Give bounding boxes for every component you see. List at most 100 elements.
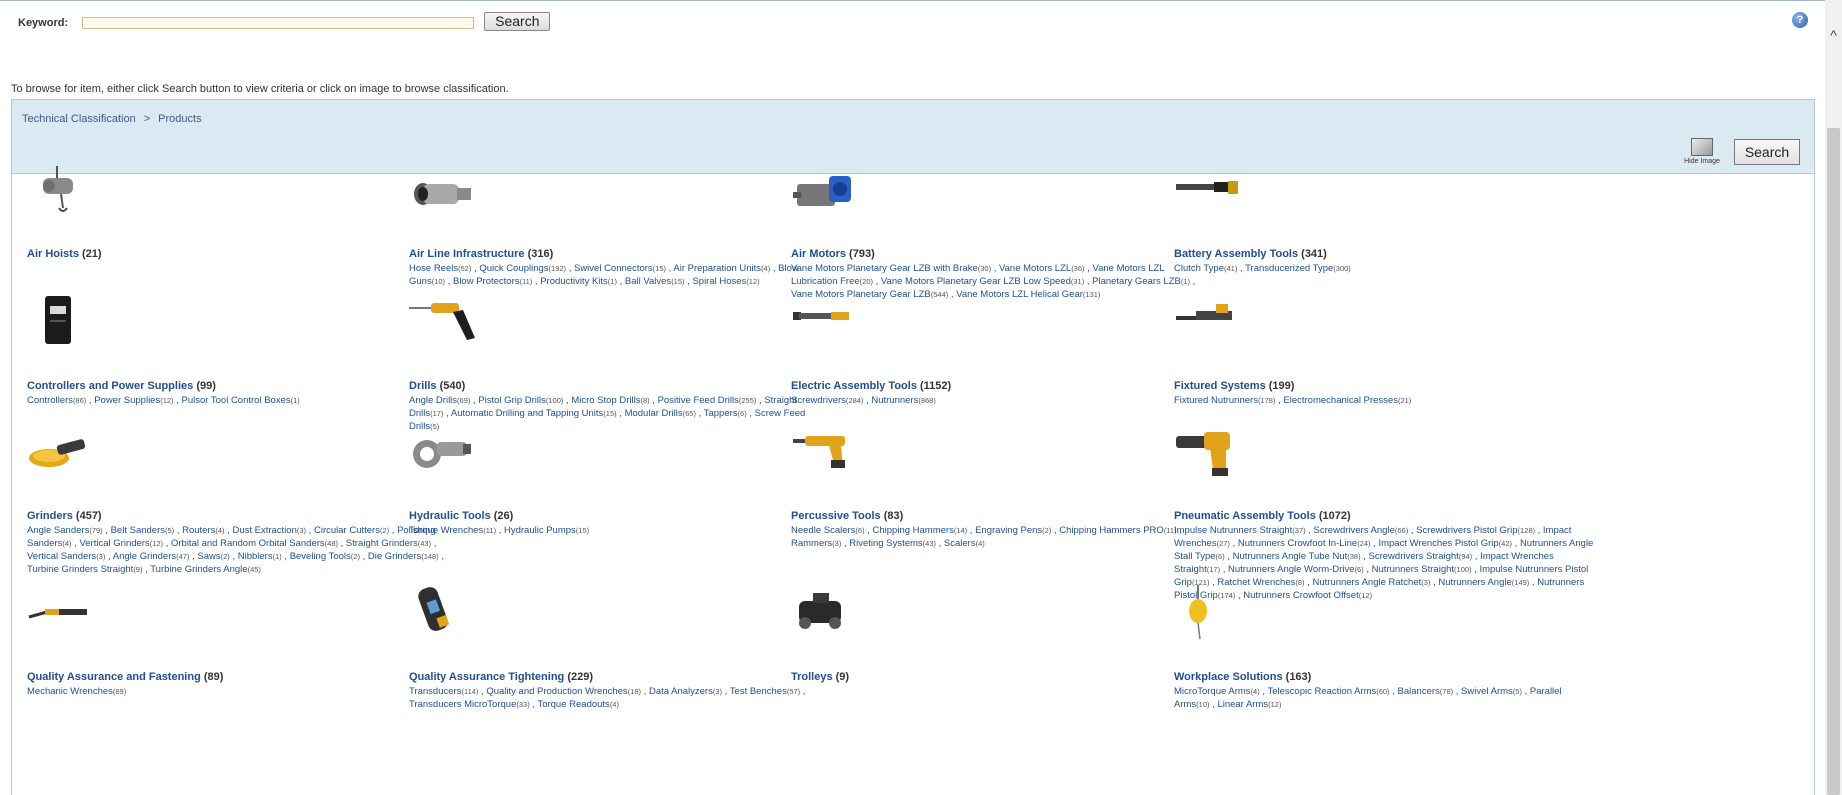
subcategory-link[interactable]: Transducers(114) (409, 686, 478, 697)
subcategory-link[interactable]: Angle Grinders(47) (113, 551, 190, 562)
subcategory-link[interactable]: MicroTorque Arms(4) (1174, 686, 1260, 697)
subcategory-link[interactable]: Nutrunners Crowfoot Offset(12) (1243, 590, 1372, 601)
subcategory-link[interactable]: Power Supplies(12) (94, 395, 173, 406)
subcategory-link[interactable]: Chipping Hammers PRO(11) (1059, 525, 1176, 536)
subcategory-link[interactable]: Nutrunners Angle Ratchet(3) (1312, 577, 1430, 588)
subcategory-link[interactable]: Screwdrivers Pistol Grip(128) (1416, 525, 1535, 536)
subcategory-link[interactable]: Turbine Grinders Angle(45) (150, 564, 261, 575)
category-link[interactable]: Percussive Tools (791, 510, 881, 522)
subcategory-link[interactable]: Controllers(86) (27, 395, 86, 406)
subcategory-link[interactable]: Vane Motors LZL(36) (999, 263, 1085, 274)
subcategory-link[interactable]: Spiral Hoses(12) (692, 276, 759, 287)
subcategory-link[interactable]: Transducers MicroTorque(33) (409, 699, 530, 710)
category-link[interactable]: Grinders (27, 510, 73, 522)
subcategory-link[interactable]: Orbital and Random Orbital Sanders(48) (171, 538, 338, 549)
subcategory-link[interactable]: Nutrunners(868) (871, 395, 936, 406)
subcategory-link[interactable]: Micro Stop Drills(8) (571, 395, 649, 406)
subcategory-link[interactable]: Impulse Nutrunners Straight(37) (1174, 525, 1306, 536)
subcategory-link[interactable]: Scalers(4) (944, 538, 985, 549)
subcategory-link[interactable]: Pistol Grip Drills(100) (478, 395, 563, 406)
subcategory-link[interactable]: Angle Drills(69) (409, 395, 470, 406)
subcategory-link[interactable]: Transducerized Type(300) (1245, 263, 1351, 274)
hydraulic-wrench-icon[interactable] (409, 424, 489, 479)
torque-analyzer-icon[interactable] (409, 585, 489, 640)
subcategory-link[interactable]: Chipping Hammers(14) (873, 525, 968, 536)
subcategory-link[interactable]: Torque Readouts(4) (537, 699, 619, 710)
subcategory-link[interactable]: Hose Reels(52) (409, 263, 471, 274)
subcategory-link[interactable]: Circular Cutters(2) (314, 525, 389, 536)
category-link[interactable]: Pneumatic Assembly Tools (1174, 510, 1316, 522)
subcategory-link[interactable]: Engraving Pens(2) (975, 525, 1051, 536)
subcategory-link[interactable]: Torque Wrenches(11) (409, 525, 496, 536)
subcategory-link[interactable]: Straight Grinders(43) (346, 538, 431, 549)
subcategory-link[interactable]: Modular Drills(65) (625, 408, 696, 419)
subcategory-link[interactable]: Linear Arms(12) (1217, 699, 1281, 710)
subcategory-link[interactable]: Telescopic Reaction Arms(60) (1267, 686, 1389, 697)
category-link[interactable]: Air Hoists (27, 248, 79, 260)
controller-icon[interactable] (27, 294, 107, 349)
help-icon[interactable]: ? (1792, 12, 1808, 28)
subcategory-link[interactable]: Vertical Grinders(12) (79, 538, 163, 549)
grinder-icon[interactable] (27, 424, 107, 479)
category-link[interactable]: Drills (409, 380, 437, 392)
subcategory-link[interactable]: Fixtured Nutrunners(178) (1174, 395, 1275, 406)
subcategory-link[interactable]: Ball Valves(15) (625, 276, 685, 287)
drill-icon[interactable] (409, 294, 489, 349)
category-link[interactable]: Trolleys (791, 671, 833, 683)
subcategory-link[interactable]: Test Benches(57) (730, 686, 800, 697)
subcategory-link[interactable]: Impact Wrenches Pistol Grip(42) (1378, 538, 1512, 549)
subcategory-link[interactable]: Nutrunners Angle(149) (1438, 577, 1529, 588)
pneumatic-impact-wrench-icon[interactable] (1174, 424, 1254, 479)
category-link[interactable]: Hydraulic Tools (409, 510, 491, 522)
subcategory-link[interactable]: Belt Sanders(5) (111, 525, 175, 536)
page-scrollbar[interactable]: ^ (1825, 0, 1842, 795)
mechanic-wrench-icon[interactable] (27, 585, 107, 640)
subcategory-link[interactable]: Saws(2) (197, 551, 229, 562)
air-hoist-icon[interactable] (27, 162, 107, 217)
subcategory-link[interactable]: Planetary Gears LZB(1) (1092, 276, 1190, 287)
breadcrumb-root-link[interactable]: Technical Classification (22, 113, 136, 125)
hide-image-toggle[interactable]: Hide Image (1677, 138, 1727, 165)
subcategory-link[interactable]: Air Preparation Units(4) (673, 263, 770, 274)
subcategory-link[interactable]: Routers(4) (182, 525, 224, 536)
subcategory-link[interactable]: Nibblers(1) (238, 551, 282, 562)
keyword-input[interactable] (82, 17, 475, 29)
subcategory-link[interactable]: Positive Feed Drills(255) (658, 395, 757, 406)
subcategory-link[interactable]: Balancers(78) (1398, 686, 1454, 697)
subcategory-link[interactable]: Beveling Tools(2) (290, 551, 360, 562)
subcategory-link[interactable]: Nutrunners Crowfoot In-Line(24) (1238, 538, 1371, 549)
subcategory-link[interactable]: Angle Sanders(79) (27, 525, 103, 536)
category-link[interactable]: Controllers and Power Supplies (27, 380, 193, 392)
air-line-coupling-icon[interactable] (409, 162, 489, 217)
scroll-thumb[interactable] (1827, 128, 1840, 795)
subcategory-link[interactable]: Hydraulic Pumps(15) (504, 525, 589, 536)
panel-search-button[interactable]: Search (1734, 139, 1800, 165)
subcategory-link[interactable]: Nutrunners Straight(100) (1372, 564, 1472, 575)
category-link[interactable]: Air Motors (791, 248, 846, 260)
category-link[interactable]: Battery Assembly Tools (1174, 248, 1298, 260)
subcategory-link[interactable]: Blow Protectors(11) (453, 276, 532, 287)
category-link[interactable]: Electric Assembly Tools (791, 380, 917, 392)
subcategory-link[interactable]: Mechanic Wrenches(89) (27, 686, 126, 697)
subcategory-link[interactable]: Vane Motors Planetary Gear LZB Low Speed… (881, 276, 1084, 287)
subcategory-link[interactable]: Screwdrivers Straight(94) (1369, 551, 1473, 562)
subcategory-link[interactable]: Swivel Arms(5) (1461, 686, 1522, 697)
air-motor-icon[interactable] (791, 162, 871, 217)
subcategory-link[interactable]: Riveting Systems(43) (849, 538, 936, 549)
subcategory-link[interactable]: Clutch Type(41) (1174, 263, 1237, 274)
subcategory-link[interactable]: Pulsor Tool Control Boxes(1) (181, 395, 299, 406)
subcategory-link[interactable]: Electromechanical Presses(21) (1283, 395, 1411, 406)
subcategory-link[interactable]: Dust Extraction(3) (232, 525, 306, 536)
subcategory-link[interactable]: Die Grinders(148) (368, 551, 439, 562)
subcategory-link[interactable]: Screwdrivers(284) (791, 395, 863, 406)
category-link[interactable]: Workplace Solutions (1174, 671, 1283, 683)
category-link[interactable]: Quality Assurance Tightening (409, 671, 564, 683)
category-link[interactable]: Quality Assurance and Fastening (27, 671, 201, 683)
subcategory-link[interactable]: Swivel Connectors(15) (574, 263, 666, 274)
subcategory-link[interactable]: Nutrunners Angle Worm-Drive(6) (1228, 564, 1364, 575)
subcategory-link[interactable]: Vertical Sanders(3) (27, 551, 105, 562)
keyword-search-button[interactable]: Search (484, 11, 551, 31)
subcategory-link[interactable]: Rammers(3) (791, 538, 841, 549)
category-link[interactable]: Air Line Infrastructure (409, 248, 525, 260)
percussive-hammer-icon[interactable] (791, 424, 871, 479)
